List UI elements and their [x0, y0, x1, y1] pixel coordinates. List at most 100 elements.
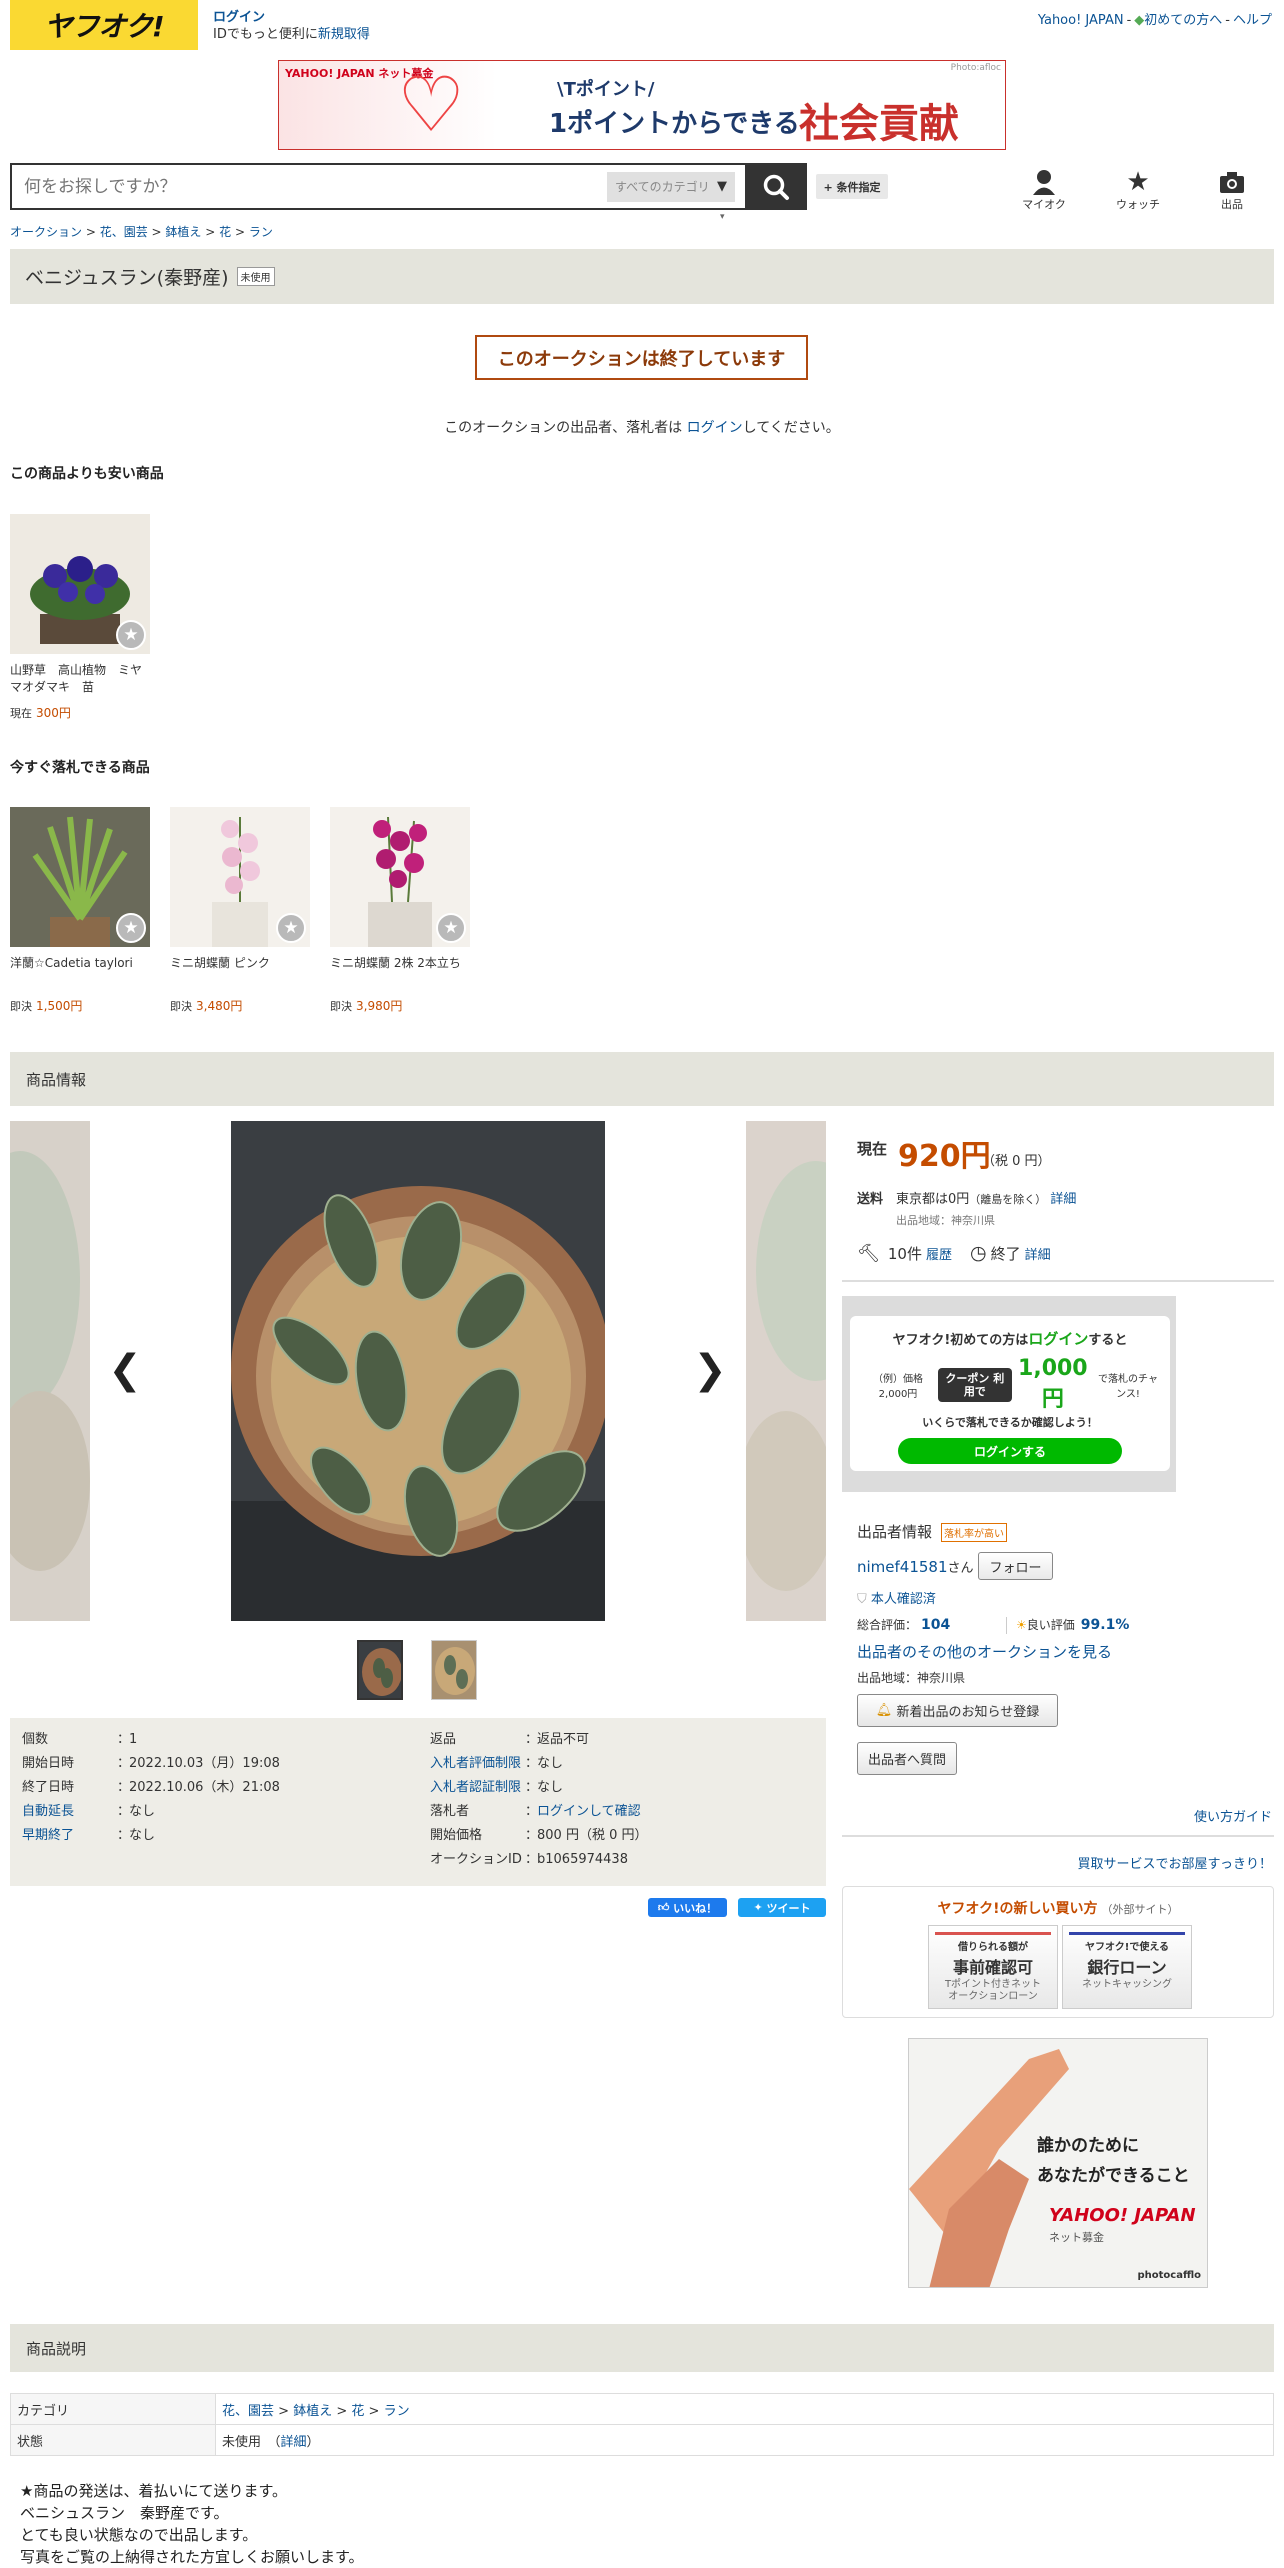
howto-guide-link[interactable]: 使い方ガイド: [1194, 1806, 1272, 1825]
table-row: 状態 未使用 （詳細）: [10, 2424, 1274, 2456]
donation-banner[interactable]: YAHOO! JAPAN ネット募金 ♡ \Tポイント/ 1ポイントからできる …: [278, 60, 1006, 150]
breadcrumb-item[interactable]: 鉢植え: [165, 225, 201, 239]
winner-login-link[interactable]: ログインして確認: [537, 1804, 641, 1819]
category-select[interactable]: すべてのカテゴリ ▼: [607, 171, 735, 202]
gallery-prev-arrow-icon[interactable]: ❮: [107, 1347, 143, 1393]
search-input[interactable]: [12, 166, 607, 207]
product-name[interactable]: ミニ胡蝶蘭 2株 2本立ち: [330, 955, 470, 972]
page-title: ベニジュスラン(秦野産): [25, 267, 229, 289]
watch-button[interactable]: ★ ウォッチ: [1103, 168, 1173, 212]
first-time-link[interactable]: 初めての方へ: [1144, 13, 1222, 28]
product-name[interactable]: 山野草 高山植物 ミヤマオダマキ 苗: [10, 662, 150, 696]
tweet-button[interactable]: ✦ ツイート: [738, 1898, 826, 1917]
buynow-heading: 今すぐ落札できる商品: [10, 760, 150, 776]
category-link[interactable]: 花: [351, 2404, 364, 2419]
watch-star-icon[interactable]: ★: [116, 620, 146, 650]
price-label: 現在: [857, 1140, 888, 1158]
follow-button[interactable]: フォロー: [978, 1552, 1053, 1580]
shipping-detail-link[interactable]: 詳細: [1050, 1192, 1076, 1207]
bid-history-link[interactable]: 履歴: [926, 1244, 952, 1263]
shield-check-icon: ⛉: [857, 1592, 867, 1607]
bidder-rating-link[interactable]: 入札者評価制限: [430, 1752, 525, 1776]
myauc-button[interactable]: マイオク: [1009, 168, 1079, 212]
new-listing-notify-button[interactable]: 🔔︎ 新着出品のお知らせ登録: [857, 1694, 1058, 1727]
watch-star-icon[interactable]: ★: [116, 913, 146, 943]
product-card[interactable]: ★ 山野草 高山植物 ミヤマオダマキ 苗 現在 300円: [10, 514, 150, 721]
gallery-thumbnail[interactable]: [357, 1640, 403, 1700]
product-name[interactable]: 洋蘭☆Cadetia taylori: [10, 955, 150, 972]
detail-row: 開始日時 ：2022.10.03（月）19:08: [22, 1756, 280, 1771]
bid-count: 10件: [887, 1244, 922, 1263]
login-link[interactable]: ログイン: [213, 10, 265, 25]
breadcrumb: オークション > 花、園芸 > 鉢植え > 花 > ラン: [10, 225, 273, 239]
condition-detail-link[interactable]: 詳細: [281, 2435, 307, 2450]
search-button[interactable]: [745, 163, 807, 210]
search-bar: すべてのカテゴリ▼: [10, 163, 745, 210]
description-table: カテゴリ 花、園芸 > 鉢植え > 花 > ラン 状態 未使用 （詳細）: [10, 2393, 1274, 2456]
breadcrumb-item[interactable]: 花: [219, 225, 231, 239]
ad-credit: photocafflo: [1137, 2270, 1201, 2281]
new-buying-methods: ヤフオク!の新しい買い方 （外部サイト） 借りられる額が 事前確認可 Tポイント付…: [842, 1886, 1274, 2018]
top-right-links: Yahoo! JAPAN - ◆初めての方へ - ヘルプ: [1037, 13, 1272, 28]
shipping-region: 出品地域：神奈川県: [896, 1214, 995, 1227]
id-note: IDでもっと便利に: [213, 27, 318, 42]
product-name[interactable]: ミニ胡蝶蘭 ピンク: [170, 955, 310, 972]
seller-name-link[interactable]: nimef41581: [857, 1558, 948, 1576]
product-card[interactable]: ★ ミニ胡蝶蘭 2株 2本立ち 即決 3,980円: [330, 807, 470, 1014]
ad-sub: ネット募金: [1049, 2231, 1104, 2244]
buyout-service-link[interactable]: 買取サービスでお部屋すっきり！: [1078, 1853, 1272, 1872]
category-link[interactable]: 花、園芸: [222, 2404, 274, 2419]
current-price: 920円: [898, 1139, 991, 1174]
promo-card: ヤフオク!初めての方はログインすると （例）価格2,000円 クーポン 利用で …: [850, 1316, 1170, 1471]
cheaper-heading: この商品よりも安い商品: [10, 466, 164, 482]
signup-link[interactable]: 新規取得: [318, 27, 370, 42]
sun-icon: ☀: [1016, 1618, 1027, 1632]
breadcrumb-item[interactable]: オークション: [10, 225, 82, 239]
category-link[interactable]: ラン: [384, 2404, 410, 2419]
seller-heading: 出品者情報: [857, 1523, 933, 1541]
donation-ad[interactable]: 誰かのために あなたができること YAHOO! JAPAN ネット募金 photo…: [908, 2038, 1208, 2288]
section-header-desc: 商品説明: [10, 2324, 1274, 2372]
watch-star-icon[interactable]: ★: [436, 913, 466, 943]
gallery-next-arrow-icon[interactable]: ❯: [692, 1347, 728, 1393]
gallery-main-image[interactable]: [231, 1121, 605, 1621]
product-card[interactable]: ★ ミニ胡蝶蘭 ピンク 即決 3,480円: [170, 807, 310, 1014]
sell-button[interactable]: 出品: [1197, 168, 1267, 212]
early-end-link[interactable]: 早期終了: [22, 1824, 117, 1848]
beginner-icon: ◆: [1134, 13, 1145, 28]
end-detail-link[interactable]: 詳細: [1025, 1244, 1051, 1263]
product-card[interactable]: ★ 洋蘭☆Cadetia taylori 即決 1,500円: [10, 807, 150, 1014]
detail-row: オークションID ：b1065974438: [430, 1852, 628, 1867]
promo-line3: いくらで落札できるか確認しよう！: [922, 1416, 1098, 1429]
coupon-badge: クーポン 利用で: [937, 1367, 1012, 1402]
seller-other-auctions-link[interactable]: 出品者のその他のオークションを見る: [857, 1641, 1112, 1662]
yahoo-japan-link[interactable]: Yahoo! JAPAN: [1038, 13, 1124, 28]
condition-value: 未使用 （詳細）: [215, 2424, 1274, 2456]
promo-line2: （例）価格2,000円 クーポン 利用で 1,000円 で落札のチャンス!: [872, 1356, 1158, 1412]
bell-icon: 🔔︎: [875, 1703, 893, 1718]
verified-link[interactable]: 本人確認済: [871, 1592, 936, 1607]
yahuoku-logo[interactable]: ヤフオク!: [10, 0, 198, 50]
detail-row: 入札者認証制限 ：なし: [430, 1776, 563, 1800]
search-icon: [763, 174, 789, 200]
bank-loan-card[interactable]: ヤフオク!で使える 銀行ローン ネットキャッシング: [1062, 1925, 1192, 2009]
ask-seller-button[interactable]: 出品者へ質問: [857, 1742, 957, 1775]
promo-login-button[interactable]: ログインする: [898, 1438, 1122, 1464]
category-link[interactable]: 鉢植え: [293, 2404, 332, 2419]
breadcrumb-item[interactable]: ラン: [249, 225, 273, 239]
auto-extend-link[interactable]: 自動延長: [22, 1800, 117, 1824]
bidder-auth-link[interactable]: 入札者認証制限: [430, 1776, 525, 1800]
gallery-thumbnail[interactable]: [431, 1640, 477, 1700]
camera-icon: [1220, 172, 1244, 193]
watch-star-icon[interactable]: ★: [276, 913, 306, 943]
login-note-link[interactable]: ログイン: [687, 420, 743, 436]
product-price: 即決 1,500円: [10, 999, 83, 1013]
rating-link[interactable]: 104: [921, 1617, 950, 1633]
help-link[interactable]: ヘルプ: [1233, 13, 1272, 28]
detail-row: 終了日時 ：2022.10.06（木）21:08: [22, 1780, 280, 1795]
banner-line1: \Tポイント/: [557, 79, 655, 100]
condition-button[interactable]: + 条件指定: [816, 174, 888, 199]
loan-precheck-card[interactable]: 借りられる額が 事前確認可 Tポイント付きネット オークションローン: [928, 1925, 1058, 2009]
facebook-like-button[interactable]: 👍︎ いいね！: [648, 1898, 727, 1917]
breadcrumb-item[interactable]: 花、園芸: [100, 225, 148, 239]
